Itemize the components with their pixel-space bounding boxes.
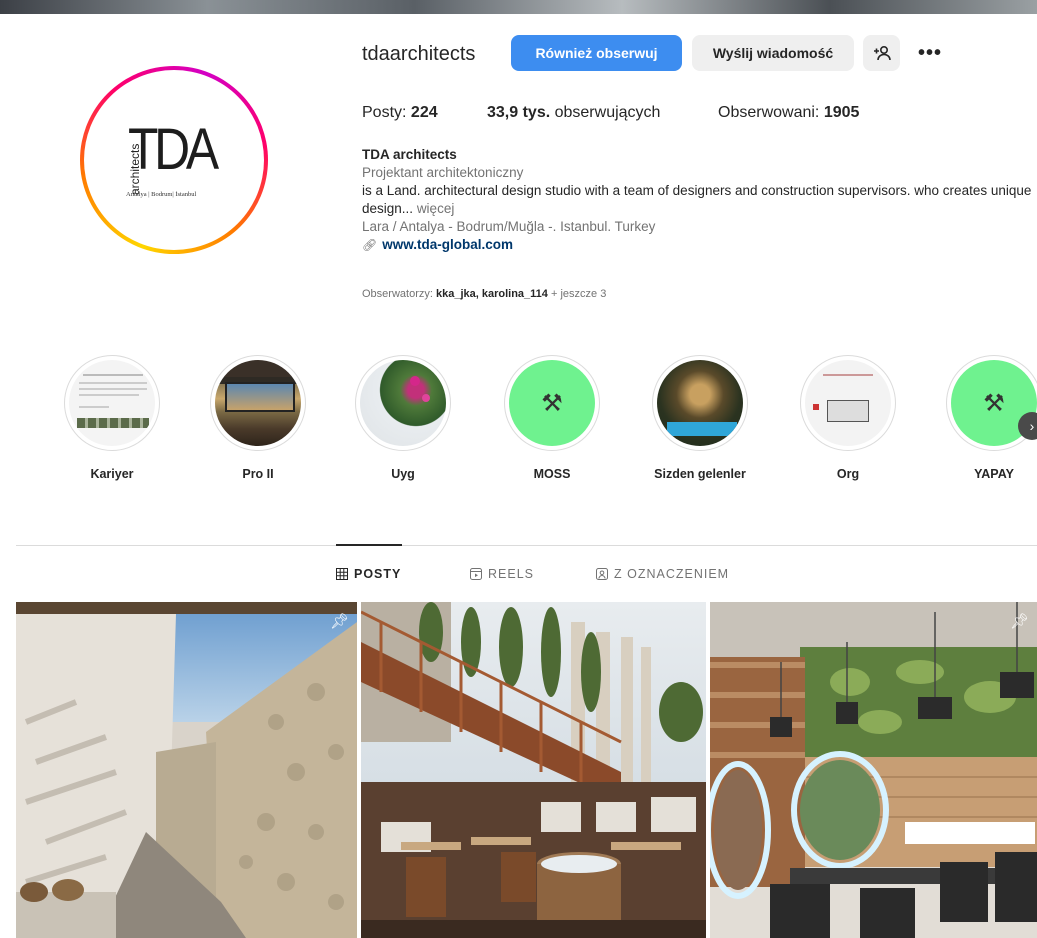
highlight-pro-ii[interactable]: Pro II	[208, 355, 308, 481]
post-image	[16, 602, 357, 938]
highlight-label: Uyg	[391, 467, 415, 481]
profile-bio: TDA architects Projektant architektonicz…	[362, 146, 1032, 254]
posts-value: 224	[410, 104, 438, 121]
followed-by-users: kka_jka, karolina_114	[435, 288, 548, 300]
tab-label: REELS	[488, 567, 534, 581]
highlight-cover	[210, 355, 306, 451]
highlight-label: MOSS	[533, 467, 571, 481]
highlight-cover: ⚒	[504, 355, 600, 451]
highlight-label: Org	[836, 467, 860, 481]
highlight-label: Kariyer	[90, 467, 134, 481]
bio-website-text: www.tda-global.com	[382, 237, 513, 252]
bio-name: TDA architects	[362, 147, 457, 162]
followers-value: 33,9 tys.	[487, 104, 551, 121]
post-image	[361, 602, 706, 938]
highlight-cover	[652, 355, 748, 451]
link-icon: 🔗︎	[362, 238, 378, 252]
highlight-image	[69, 360, 155, 446]
bio-text-block: is a Land. architectural design studio w…	[362, 182, 1032, 218]
reels-icon	[470, 568, 482, 580]
highlight-kariyer[interactable]: Kariyer	[62, 355, 162, 481]
tools-icon: ⚒	[983, 389, 1005, 417]
post-thumbnail[interactable]: 📌︎	[710, 602, 1037, 938]
tab-posts[interactable]: POSTY	[336, 567, 401, 581]
highlight-cover	[355, 355, 451, 451]
highlight-label: Sizden gelenler	[654, 467, 746, 481]
highlight-image	[657, 360, 743, 446]
avatar-logo: architects TDA Antalya | Bodrum| İstanbu…	[84, 70, 264, 250]
chevron-right-icon: ›	[1029, 418, 1035, 434]
followed-by-prefix: Obserwatorzy:	[362, 288, 433, 300]
tools-icon: ⚒	[541, 389, 563, 417]
add-user-icon	[873, 45, 891, 61]
bio-text: is a Land. architectural design studio w…	[362, 183, 1032, 216]
followed-by-suffix: + jeszcze 3	[550, 288, 607, 300]
highlight-cover	[800, 355, 896, 451]
active-tab-indicator	[336, 544, 402, 546]
pin-icon: 📌︎	[1009, 613, 1029, 630]
followers-label: obserwujących	[554, 104, 661, 121]
post-image	[710, 602, 1037, 938]
profile-avatar[interactable]: architects TDA Antalya | Bodrum| İstanbu…	[80, 66, 268, 254]
highlight-image	[805, 360, 891, 446]
tab-label: Z OZNACZENIEM	[614, 567, 730, 581]
highlight-image	[360, 360, 446, 446]
highlight-image	[215, 360, 301, 446]
following-label: Obserwowani:	[718, 104, 820, 121]
more-options-icon: •••	[917, 41, 942, 64]
highlight-moss[interactable]: ⚒ MOSS	[502, 355, 602, 481]
profile-username: tdaarchitects	[362, 43, 476, 65]
bio-location: Lara / Antalya - Bodrum/Muğla -. Istanbu…	[362, 219, 656, 234]
post-thumbnail[interactable]	[361, 602, 706, 938]
post-thumbnail[interactable]: 📌︎	[16, 602, 357, 938]
send-message-button[interactable]: Wyślij wiadomość	[692, 35, 854, 71]
highlight-sizden-gelenler[interactable]: Sizden gelenler	[650, 355, 750, 481]
posts-count: Posty: 224	[362, 104, 438, 122]
bio-category: Projektant architektoniczny	[362, 165, 524, 180]
suggested-users-button[interactable]	[863, 35, 900, 71]
tab-label: POSTY	[354, 567, 402, 581]
tab-tagged[interactable]: Z OZNACZENIEM	[596, 567, 729, 581]
highlight-uyg[interactable]: Uyg	[353, 355, 453, 481]
posts-label: Posty:	[362, 104, 407, 121]
tagged-icon	[596, 568, 608, 580]
bio-website-link[interactable]: 🔗︎ www.tda-global.com	[362, 236, 513, 254]
tabs-divider	[16, 545, 1037, 546]
highlight-label: YAPAY	[974, 467, 1014, 481]
highlight-org[interactable]: Org	[798, 355, 898, 481]
highlight-label: Pro II	[242, 467, 274, 481]
follow-back-button[interactable]: Również obserwuj	[511, 35, 682, 71]
highlight-cover	[64, 355, 160, 451]
followed-by[interactable]: Obserwatorzy: kka_jka, karolina_114 + je…	[362, 288, 606, 300]
grid-icon	[336, 568, 348, 580]
more-options-button[interactable]: •••	[915, 40, 945, 66]
cover-image-strip	[0, 0, 1037, 14]
pin-icon: 📌︎	[329, 613, 349, 630]
tab-reels[interactable]: REELS	[470, 567, 534, 581]
highlight-image: ⚒	[509, 360, 595, 446]
following-value: 1905	[823, 104, 860, 121]
followers-count[interactable]: 33,9 tys. obserwujących	[487, 104, 660, 122]
logo-sub-text: Antalya | Bodrum| İstanbul	[126, 191, 197, 198]
bio-more-link[interactable]: więcej	[417, 201, 455, 216]
logo-main-text: TDA	[128, 117, 219, 182]
following-count[interactable]: Obserwowani: 1905	[718, 104, 859, 122]
